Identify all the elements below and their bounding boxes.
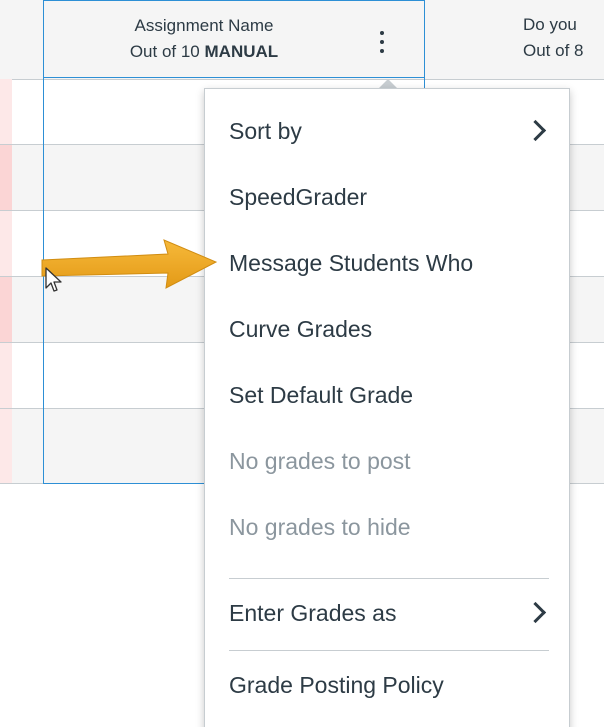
mouse-pointer-icon [45, 267, 62, 292]
kebab-dot [380, 40, 384, 44]
annotation-arrow-icon [41, 239, 218, 289]
menu-item-set-default-grade[interactable]: Set Default Grade [229, 375, 549, 415]
column-options-menu: Sort by SpeedGrader Message Students Who… [204, 88, 570, 727]
kebab-dot [380, 49, 384, 53]
menu-item-message-students-who[interactable]: Message Students Who [229, 243, 549, 283]
grid-header-row: Assignment Name Out of 10 MANUAL Do you … [0, 0, 604, 80]
menu-item-label: Grade Posting Policy [229, 672, 444, 698]
row-flag [0, 343, 12, 408]
chevron-right-icon [524, 601, 547, 624]
assignment-column-title: Assignment Name [134, 16, 274, 35]
next-column-header[interactable]: Do you Out of 8 [425, 0, 604, 79]
menu-item-label: Curve Grades [229, 316, 373, 342]
menu-item-no-grades-to-hide: No grades to hide [229, 507, 549, 547]
menu-item-grade-posting-policy[interactable]: Grade Posting Policy [229, 665, 549, 705]
menu-item-sort-by[interactable]: Sort by [229, 111, 549, 151]
next-column-title: Do you [523, 15, 577, 34]
menu-item-speedgrader[interactable]: SpeedGrader [229, 177, 549, 217]
menu-item-label: Set Default Grade [229, 382, 414, 408]
row-flag [0, 277, 12, 342]
assignment-grading-type: MANUAL [204, 42, 279, 61]
menu-item-enter-grades-as[interactable]: Enter Grades as [229, 593, 549, 633]
row-flag [0, 145, 12, 210]
kebab-dot [380, 31, 384, 35]
chevron-right-icon [524, 119, 547, 142]
row-flag [0, 409, 12, 483]
gradebook-screen: Assignment Name Out of 10 MANUAL Do you … [0, 0, 604, 727]
menu-item-label: Enter Grades as [229, 600, 397, 626]
student-column-header [0, 0, 44, 79]
menu-item-label: Sort by [229, 118, 302, 144]
menu-item-curve-grades[interactable]: Curve Grades [229, 309, 549, 349]
row-flag [0, 211, 12, 276]
menu-divider [229, 650, 549, 651]
menu-item-label: No grades to post [229, 448, 411, 474]
menu-item-label: SpeedGrader [229, 184, 368, 210]
menu-item-no-grades-to-post: No grades to post [229, 441, 549, 481]
menu-divider [229, 578, 549, 579]
column-options-kebab-icon[interactable] [370, 29, 394, 61]
row-flag [0, 79, 12, 144]
menu-item-label: No grades to hide [229, 514, 411, 540]
assignment-column-points: Out of 10 MANUAL [44, 41, 364, 63]
assignment-points-text: Out of 10 [129, 42, 200, 61]
assignment-column-header[interactable]: Assignment Name Out of 10 MANUAL [43, 0, 425, 78]
next-column-points: Out of 8 [523, 41, 584, 60]
menu-item-label: Message Students Who [229, 250, 474, 276]
